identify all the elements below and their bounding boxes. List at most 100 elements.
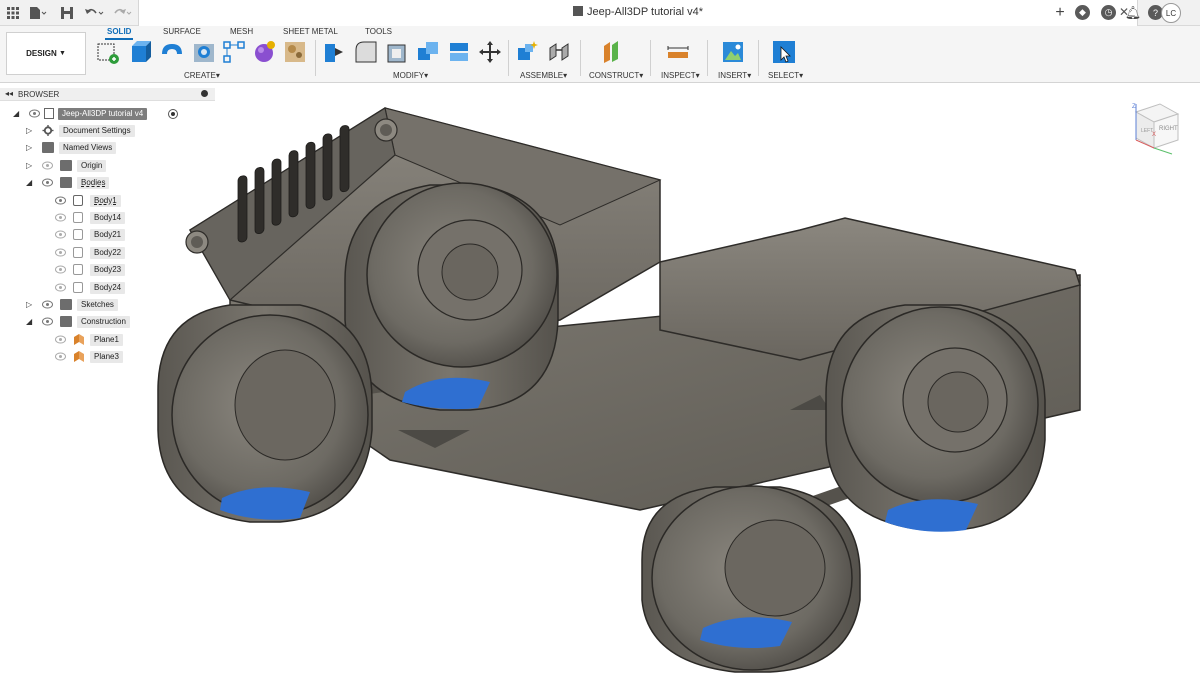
inspect-menu[interactable]: INSPECT▾	[661, 71, 700, 80]
workspace-switcher[interactable]: DESIGN ▼	[6, 32, 86, 75]
wheel-rear-lower	[641, 485, 861, 673]
select-icon[interactable]	[772, 40, 796, 64]
folder-icon	[60, 316, 72, 327]
document-icon	[573, 6, 584, 16]
activate-radio-icon[interactable]	[168, 109, 178, 119]
save-icon[interactable]	[58, 4, 76, 22]
tree-item-document-settings[interactable]: ▷ Document Settings	[0, 124, 215, 138]
extrude-icon[interactable]	[128, 40, 152, 64]
measure-icon[interactable]	[666, 40, 690, 64]
eye-icon[interactable]	[42, 317, 53, 326]
tree-item-body1[interactable]: Body1	[0, 194, 215, 208]
tree-root[interactable]: ◢ Jeep-All3DP tutorial v4	[0, 107, 215, 121]
new-tab-icon[interactable]: +	[1051, 4, 1069, 22]
chevron-down-icon: ▾	[563, 71, 568, 80]
eye-icon[interactable]	[55, 213, 66, 222]
create-menu[interactable]: CREATE▾	[184, 71, 220, 80]
eye-icon[interactable]	[55, 283, 66, 292]
eye-icon[interactable]	[55, 335, 66, 344]
document-tab[interactable]: Jeep-All3DP tutorial v4* ✕	[138, 0, 1138, 26]
expanded-arrow-icon[interactable]: ◢	[13, 109, 22, 118]
extensions-icon[interactable]: ◆	[1075, 5, 1090, 20]
move-icon[interactable]	[478, 40, 502, 64]
eye-icon[interactable]	[29, 109, 40, 118]
tree-item-body14[interactable]: Body14	[0, 211, 215, 225]
create-sketch-icon[interactable]	[96, 40, 120, 64]
tab-solid[interactable]: SOLID	[104, 27, 134, 40]
undo-icon[interactable]	[82, 4, 106, 22]
revolve-icon[interactable]	[160, 40, 184, 64]
insert-image-icon[interactable]	[721, 40, 745, 64]
insert-menu[interactable]: INSERT▾	[718, 71, 751, 80]
tree-item-bodies[interactable]: ◢ Bodies	[0, 176, 215, 190]
pattern-icon[interactable]	[222, 40, 246, 64]
view-cube[interactable]: LEFT RIGHT Z X	[1128, 100, 1184, 158]
eye-icon[interactable]	[42, 161, 53, 170]
tree-item-named-views[interactable]: ▷ Named Views	[0, 141, 215, 155]
press-pull-icon[interactable]	[323, 40, 347, 64]
tree-item-label: Body22	[90, 247, 126, 259]
file-menu-icon[interactable]	[27, 4, 49, 22]
eye-icon[interactable]	[42, 300, 53, 309]
plane-icon	[74, 351, 84, 362]
fillet-icon[interactable]	[354, 40, 378, 64]
redo-icon[interactable]	[110, 4, 134, 22]
eye-icon[interactable]	[42, 178, 53, 187]
viewcube-right-label[interactable]: RIGHT	[1159, 126, 1178, 132]
tree-item-construction[interactable]: ◢ Construction	[0, 315, 215, 329]
select-menu[interactable]: SELECT▾	[768, 71, 803, 80]
job-status-icon[interactable]: ◷	[1101, 5, 1116, 20]
axis-z-label: Z	[1132, 104, 1136, 110]
tree-item-body24[interactable]: Body24	[0, 281, 215, 295]
eye-icon[interactable]	[55, 248, 66, 257]
browser-title: BROWSER	[18, 90, 60, 99]
wheel-front-upper	[344, 182, 559, 411]
eye-icon[interactable]	[55, 265, 66, 274]
decal-icon[interactable]	[283, 40, 307, 64]
document-icon	[44, 108, 54, 119]
navigation-bar[interactable]	[515, 669, 695, 675]
eye-icon[interactable]	[55, 196, 66, 205]
eye-icon[interactable]	[55, 352, 66, 361]
wheel-rear-upper	[825, 304, 1046, 532]
combine-icon[interactable]	[416, 40, 440, 64]
notifications-icon[interactable]: 🔔︎	[1124, 4, 1142, 22]
eye-icon[interactable]	[55, 230, 66, 239]
avatar[interactable]: LC	[1161, 3, 1181, 23]
tree-item-origin[interactable]: ▷ Origin	[0, 159, 215, 173]
tree-item-body21[interactable]: Body21	[0, 228, 215, 242]
tree-item-body23[interactable]: Body23	[0, 263, 215, 277]
tab-sheet-metal[interactable]: SHEET METAL	[283, 27, 338, 36]
app-grid-icon[interactable]	[4, 4, 22, 22]
tree-item-label: Body24	[90, 282, 126, 294]
document-title: Jeep-All3DP tutorial v4*	[587, 6, 703, 18]
assemble-menu[interactable]: ASSEMBLE▾	[520, 71, 567, 80]
split-body-icon[interactable]	[447, 40, 471, 64]
joint-icon[interactable]	[547, 40, 571, 64]
expanded-arrow-icon[interactable]: ◢	[26, 178, 35, 187]
collapsed-arrow-icon[interactable]: ▷	[26, 143, 35, 152]
expanded-arrow-icon[interactable]: ◢	[26, 317, 35, 326]
new-component-icon[interactable]	[515, 40, 539, 64]
offset-plane-icon[interactable]	[600, 40, 624, 64]
folder-icon	[60, 299, 72, 310]
tab-tools[interactable]: TOOLS	[365, 27, 392, 36]
tree-item-body22[interactable]: Body22	[0, 246, 215, 260]
form-icon[interactable]	[252, 40, 276, 64]
modify-menu[interactable]: MODIFY▾	[393, 71, 428, 80]
browser-panel: ◂◂ BROWSER ◢ Jeep-All3DP tutorial v4 ▷ D…	[0, 88, 215, 368]
panel-options-icon[interactable]	[201, 90, 208, 97]
collapse-panel-icon[interactable]: ◂◂	[5, 89, 13, 98]
browser-header[interactable]: ◂◂ BROWSER	[0, 88, 215, 101]
collapsed-arrow-icon[interactable]: ▷	[26, 300, 35, 309]
collapsed-arrow-icon[interactable]: ▷	[26, 126, 35, 135]
tab-mesh[interactable]: MESH	[230, 27, 253, 36]
tree-item-sketches[interactable]: ▷ Sketches	[0, 298, 215, 312]
shell-icon[interactable]	[385, 40, 409, 64]
collapsed-arrow-icon[interactable]: ▷	[26, 161, 35, 170]
construct-menu[interactable]: CONSTRUCT▾	[589, 71, 643, 80]
tree-item-plane1[interactable]: Plane1	[0, 333, 215, 347]
tab-surface[interactable]: SURFACE	[163, 27, 201, 36]
hole-icon[interactable]	[192, 40, 216, 64]
tree-item-plane3[interactable]: Plane3	[0, 350, 215, 364]
